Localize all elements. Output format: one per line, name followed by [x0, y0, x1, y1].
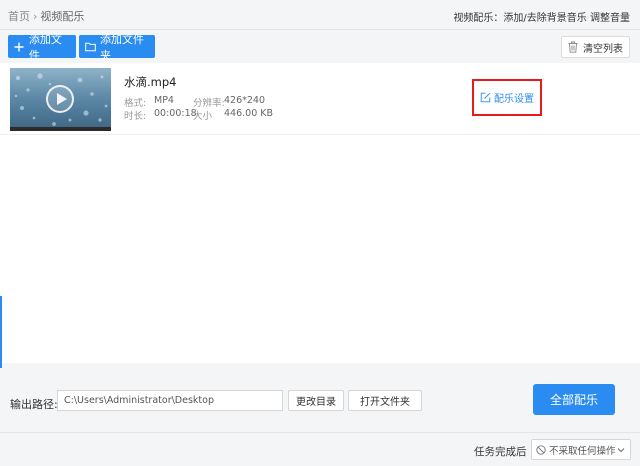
edit-icon [480, 92, 491, 103]
breadcrumb-separator: › [33, 9, 38, 23]
clear-list-label: 清空列表 [583, 43, 623, 55]
output-path-input[interactable] [57, 390, 283, 411]
file-list: 水滴.mp4 格式: MP4 分辨率: 426*240 时长: 00:00:18… [0, 63, 640, 363]
duration-value-wrap: 00:00:18 [154, 108, 197, 119]
size-meta: 大小 [193, 108, 212, 122]
duration-label: 时长: [124, 111, 147, 122]
video-progress-bar [10, 127, 111, 131]
format-value-wrap: MP4 [154, 95, 174, 106]
start-all-button[interactable]: 全部配乐 [533, 384, 615, 415]
chevron-down-icon [617, 446, 625, 454]
change-directory-button[interactable]: 更改目录 [288, 390, 344, 411]
folder-icon [85, 41, 96, 53]
output-bar: 输出路径: 更改目录 打开文件夹 全部配乐 [0, 370, 640, 432]
breadcrumb-home[interactable]: 首页 [8, 8, 30, 24]
after-task-select[interactable]: 不采取任何操作 [531, 439, 631, 460]
after-task-value: 不采取任何操作 [549, 445, 616, 457]
plus-icon [14, 41, 25, 53]
top-bar: 首页 › 视频配乐 视频配乐：添加/去除背景音乐 调整音量 [0, 0, 640, 30]
play-icon[interactable] [46, 85, 74, 113]
music-settings-button[interactable]: 配乐设置 [480, 90, 534, 105]
size-value: 446.00 KB [224, 108, 274, 119]
resolution-value: 426*240 [224, 95, 266, 106]
breadcrumb: 首页 › 视频配乐 [8, 8, 84, 24]
size-value-wrap: 446.00 KB [224, 108, 273, 119]
duration-value: 00:00:18 [154, 108, 197, 119]
video-thumbnail[interactable] [10, 68, 111, 131]
add-file-button[interactable]: 添加文件 [8, 33, 76, 62]
list-item[interactable]: 水滴.mp4 格式: MP4 分辨率: 426*240 时长: 00:00:18… [0, 63, 640, 135]
breadcrumb-current: 视频配乐 [40, 10, 85, 23]
header-hint: 视频配乐：添加/去除背景音乐 调整音量 [453, 13, 630, 24]
open-folder-button[interactable]: 打开文件夹 [348, 390, 422, 411]
trash-icon [568, 41, 579, 53]
add-file-label: 添加文件 [28, 32, 62, 62]
after-task-label: 任务完成后 [474, 446, 527, 458]
size-label: 大小 [193, 111, 213, 122]
format-meta: 格式: [124, 95, 146, 109]
footer-bar: 任务完成后 不采取任何操作 [0, 432, 640, 466]
music-settings-label: 配乐设置 [494, 94, 534, 105]
add-folder-button[interactable]: 添加文件夹 [79, 33, 155, 62]
format-value: MP4 [154, 95, 174, 106]
file-name: 水滴.mp4 [124, 75, 177, 89]
no-action-icon [536, 444, 546, 455]
clear-list-button[interactable]: 清空列表 [561, 36, 630, 58]
resolution-value-wrap: 426*240 [224, 95, 265, 106]
settings-highlight-box: 配乐设置 [472, 79, 542, 116]
output-path-label: 输出路径: [10, 398, 58, 411]
resolution-meta: 分辨率: [193, 95, 225, 109]
window-edge-accent [0, 296, 2, 368]
duration-meta: 时长: [124, 108, 146, 122]
add-folder-label: 添加文件夹 [100, 32, 144, 62]
